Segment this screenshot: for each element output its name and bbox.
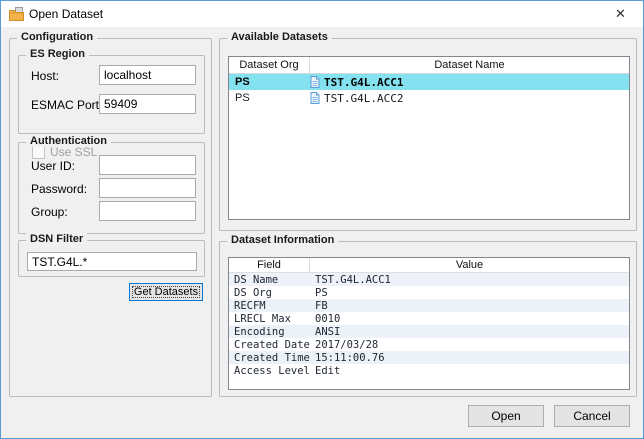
dsn-filter-group: DSN Filter <box>18 240 205 277</box>
esmac-port-input[interactable] <box>99 94 196 114</box>
authentication-label: Authentication <box>26 135 111 147</box>
info-row: DS NameTST.G4L.ACC1 <box>229 273 629 286</box>
column-dataset-name: Dataset Name <box>310 57 629 73</box>
password-input[interactable] <box>99 178 196 198</box>
configuration-label: Configuration <box>17 31 97 43</box>
get-datasets-button[interactable]: Get Datasets <box>129 283 203 301</box>
group-input[interactable] <box>99 201 196 221</box>
dsn-filter-label: DSN Filter <box>26 233 87 245</box>
available-datasets-group: Available Datasets Dataset Org Dataset N… <box>219 38 637 231</box>
folder-icon <box>9 7 24 21</box>
dataset-org-cell: PS <box>229 76 310 88</box>
info-row: Created Date2017/03/28 <box>229 338 629 351</box>
info-field-cell: Access Level <box>229 365 310 377</box>
info-row: RECFMFB <box>229 299 629 312</box>
info-value-cell: ANSI <box>310 326 629 338</box>
dataset-org-cell: PS <box>229 92 310 104</box>
dataset-row[interactable]: PSTST.G4L.ACC1 <box>229 74 629 90</box>
info-field-cell: Encoding <box>229 326 310 338</box>
cancel-button[interactable]: Cancel <box>554 405 630 427</box>
dataset-information-header: Field Value <box>229 258 629 273</box>
close-icon: ✕ <box>615 6 626 22</box>
info-field-cell: LRECL Max <box>229 313 310 325</box>
available-datasets-header: Dataset Org Dataset Name <box>229 57 629 74</box>
dataset-information-group: Dataset Information Field Value DS NameT… <box>219 241 637 397</box>
info-value-cell: TST.G4L.ACC1 <box>310 274 629 286</box>
available-datasets-rows: PSTST.G4L.ACC1PSTST.G4L.ACC2 <box>229 74 629 106</box>
info-field-cell: RECFM <box>229 300 310 312</box>
info-field-cell: DS Name <box>229 274 310 286</box>
available-datasets-label: Available Datasets <box>227 31 332 43</box>
authentication-group: Authentication User ID: Password: Group: <box>18 142 205 234</box>
dataset-information-table: Field Value DS NameTST.G4L.ACC1DS OrgPSR… <box>228 257 630 390</box>
open-dataset-dialog: Open Dataset ✕ Configuration ES Region H… <box>0 0 644 439</box>
info-row: Access LevelEdit <box>229 364 629 377</box>
host-label: Host: <box>31 69 59 83</box>
close-button[interactable]: ✕ <box>598 1 643 27</box>
info-row: DS OrgPS <box>229 286 629 299</box>
info-value-cell: 2017/03/28 <box>310 339 629 351</box>
info-field-cell: Created Date <box>229 339 310 351</box>
dataset-name-cell: TST.G4L.ACC2 <box>310 92 629 105</box>
group-label: Group: <box>31 205 68 219</box>
info-field-cell: Created Time <box>229 352 310 364</box>
column-dataset-org: Dataset Org <box>229 57 310 73</box>
available-datasets-list[interactable]: Dataset Org Dataset Name PSTST.G4L.ACC1P… <box>228 56 630 220</box>
dataset-info-rows: DS NameTST.G4L.ACC1DS OrgPSRECFMFBLRECL … <box>229 273 629 377</box>
dataset-information-label: Dataset Information <box>227 234 338 246</box>
es-region-label: ES Region <box>26 48 89 60</box>
info-value-cell: FB <box>310 300 629 312</box>
info-value-cell: 0010 <box>310 313 629 325</box>
column-value: Value <box>310 258 629 272</box>
esmac-port-label: ESMAC Port: <box>31 98 102 112</box>
info-row: Created Time15:11:00.76 <box>229 351 629 364</box>
dsn-filter-input[interactable] <box>27 252 197 271</box>
configuration-group: Configuration ES Region Host: ESMAC Port… <box>9 38 212 397</box>
dataset-name-cell: TST.G4L.ACC1 <box>310 76 629 89</box>
password-label: Password: <box>31 182 87 196</box>
info-value-cell: Edit <box>310 365 629 377</box>
host-input[interactable] <box>99 65 196 85</box>
info-field-cell: DS Org <box>229 287 310 299</box>
dataset-row[interactable]: PSTST.G4L.ACC2 <box>229 90 629 106</box>
info-value-cell: PS <box>310 287 629 299</box>
document-icon <box>310 92 320 104</box>
document-icon <box>310 76 320 88</box>
info-row: EncodingANSI <box>229 325 629 338</box>
column-field: Field <box>229 258 310 272</box>
es-region-group: ES Region Host: ESMAC Port: <box>18 55 205 134</box>
titlebar: Open Dataset ✕ <box>1 1 643 27</box>
info-row: LRECL Max0010 <box>229 312 629 325</box>
user-id-input[interactable] <box>99 155 196 175</box>
user-id-label: User ID: <box>31 159 75 173</box>
open-button[interactable]: Open <box>468 405 544 427</box>
info-value-cell: 15:11:00.76 <box>310 352 629 364</box>
window-title: Open Dataset <box>29 1 103 27</box>
